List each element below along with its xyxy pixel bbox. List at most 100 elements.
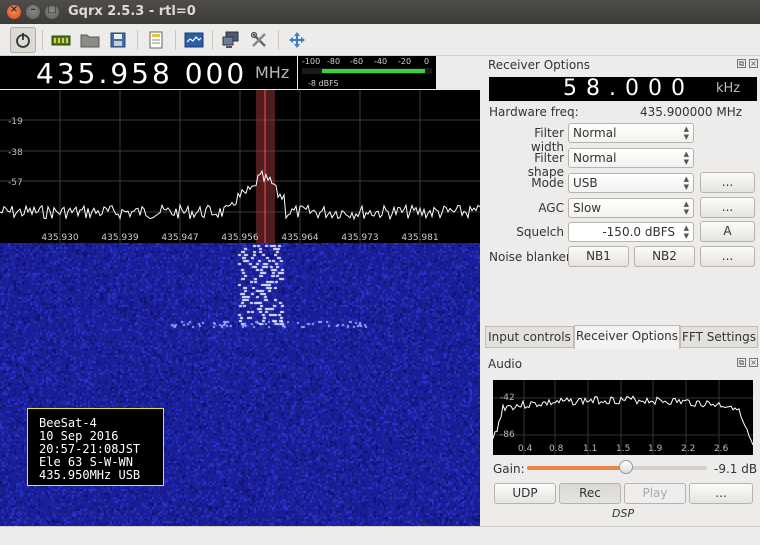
spectrum-x-label: 435.947 (161, 233, 198, 243)
gain-label: Gain: (493, 462, 525, 476)
record-button[interactable]: Rec (559, 483, 621, 504)
close-icon[interactable]: × (749, 59, 758, 68)
noise-blanker-options-button[interactable]: ... (700, 246, 755, 267)
squelch-auto-button[interactable]: A (700, 221, 755, 242)
hardware-freq-value: 435.900000 MHz (640, 105, 743, 119)
lnb-unit: kHz (716, 81, 741, 96)
close-icon: × (9, 4, 19, 15)
audio-y-label: -42 (500, 393, 515, 403)
float-icon[interactable]: ⧉ (737, 358, 746, 367)
frequency-digits[interactable]: 435.958 000 (36, 57, 247, 90)
audio-fft-trace (493, 395, 753, 446)
dsp-label: DSP (612, 507, 635, 520)
squelch-spinbox[interactable]: -150.0 dBFS ▲ ▼ (568, 222, 694, 242)
power-icon[interactable] (10, 27, 36, 53)
audio-options-button[interactable]: ... (689, 483, 753, 504)
spectrum-y-label: -57 (8, 178, 23, 188)
float-icon[interactable]: ⧉ (737, 59, 746, 68)
agc-options-button[interactable]: ... (700, 197, 755, 218)
spectrum-x-label: 435.930 (41, 233, 78, 243)
audio-y-label: -86 (500, 430, 515, 440)
filter-shape-value: Normal (573, 151, 617, 165)
receiver-options-title: Receiver Options (488, 58, 591, 72)
frequency-unit: MHz (255, 63, 290, 82)
audio-title: Audio (488, 357, 523, 371)
mode-value: USB (573, 176, 598, 190)
spectrum-x-label: 435.981 (401, 233, 438, 243)
tab-fft-settings[interactable]: FFT Settings (680, 326, 758, 348)
udp-button[interactable]: UDP (494, 483, 556, 504)
chevron-up-down-icon: ▲ ▼ (683, 150, 689, 166)
close-button[interactable]: × (7, 4, 21, 19)
satellite-info-overlay: BeeSat-4 10 Sep 2016 20:57-21:08JST Ele … (27, 408, 164, 486)
spectrum-canvas: -19 -38 -57 435.930 435.939 435.947 435.956 435… (0, 90, 480, 243)
dock-controls: ⧉ × (734, 358, 758, 368)
chevron-up-down-icon: ▲ ▼ (683, 224, 689, 240)
audio-x-label: 2.6 (714, 444, 729, 454)
nb1-button[interactable]: NB1 (568, 246, 629, 267)
mode-options-button[interactable]: ... (700, 172, 755, 193)
minimize-button[interactable]: – (26, 4, 40, 19)
move-icon[interactable] (284, 27, 310, 53)
audio-x-label: 1.5 (616, 444, 631, 454)
overlay-line: 435.950MHz USB (39, 468, 141, 482)
tools-icon[interactable] (246, 27, 272, 53)
meter-tick: -20 (398, 57, 412, 66)
play-button[interactable]: Play (624, 483, 686, 504)
display-icon[interactable] (181, 27, 207, 53)
chevron-up-down-icon: ▲ ▼ (683, 175, 689, 191)
meter-level-label: -8 dBFS (308, 79, 339, 88)
meter-tick: -80 (327, 57, 341, 66)
chevron-up-down-icon: ▲ ▼ (683, 200, 689, 216)
agc-label: AGC (538, 201, 564, 215)
audio-x-label: 0.8 (549, 444, 564, 454)
gain-slider-handle[interactable] (619, 460, 633, 474)
meter-tick: 0 (424, 57, 430, 66)
dock-controls: ⧉ × (734, 59, 758, 69)
audio-x-label: 1.9 (648, 444, 663, 454)
save-icon[interactable] (105, 27, 131, 53)
open-icon[interactable] (77, 27, 103, 53)
squelch-value: -150.0 dBFS (602, 225, 675, 239)
filter-shape-label: Filter shape (527, 151, 564, 179)
gain-value: -9.1 dB (714, 462, 758, 476)
maximize-button[interactable]: □ (45, 4, 59, 19)
filter-shape-select[interactable]: Normal ▲ ▼ (568, 148, 694, 168)
spectrum-x-label: 435.973 (341, 233, 378, 243)
spectrum-y-label: -19 (8, 117, 23, 127)
audio-x-label: 0.4 (518, 444, 533, 454)
note-icon[interactable] (143, 27, 169, 53)
mode-label: Mode (531, 176, 564, 190)
network-icon[interactable] (218, 27, 244, 53)
audio-x-label: 1.1 (583, 444, 598, 454)
minimize-icon: – (30, 4, 36, 15)
window-title: Gqrx 2.5.3 - rtl=0 (68, 4, 196, 19)
filter-width-value: Normal (573, 126, 617, 140)
lnb-digits[interactable]: 58.000 (563, 76, 694, 101)
filter-width-select[interactable]: Normal ▲ ▼ (568, 123, 694, 143)
noise-blanker-label: Noise blanker (489, 250, 571, 264)
toolbar (0, 24, 760, 56)
tab-receiver-options[interactable]: Receiver Options (574, 325, 680, 349)
spectrum-y-label: -38 (8, 148, 23, 158)
hardware-freq-label: Hardware freq: (489, 105, 579, 119)
filter-width-label: Filter width (530, 126, 564, 154)
hardware-icon[interactable] (48, 27, 74, 53)
meter-level-bar (322, 69, 425, 73)
nb2-button[interactable]: NB2 (634, 246, 695, 267)
spectrum-x-label: 435.956 (221, 233, 258, 243)
agc-value: Slow (573, 201, 602, 215)
meter-tick: -40 (374, 57, 388, 66)
meter-tick: -60 (350, 57, 364, 66)
audio-x-label: 2.2 (681, 444, 696, 454)
tab-input-controls[interactable]: Input controls (485, 326, 574, 348)
spectrum-plot[interactable]: -19 -38 -57 435.930 435.939 435.947 435.956 435… (0, 90, 480, 243)
meter-tick: -100 (302, 57, 321, 66)
mode-select[interactable]: USB ▲ ▼ (568, 173, 694, 193)
close-icon[interactable]: × (749, 358, 758, 367)
agc-select[interactable]: Slow ▲ ▼ (568, 198, 694, 218)
spectrum-x-label: 435.939 (101, 233, 138, 243)
status-bar (0, 526, 760, 545)
gain-slider-fill (527, 466, 626, 470)
maximize-icon: □ (47, 4, 57, 15)
